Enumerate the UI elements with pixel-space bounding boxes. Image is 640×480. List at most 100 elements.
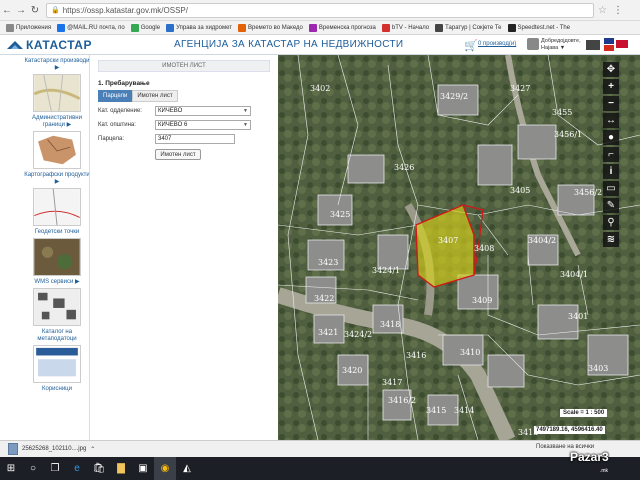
zoom-in-icon[interactable]: + <box>603 79 619 94</box>
property-sheet-button[interactable]: Имотен лист <box>155 149 201 160</box>
parcel-label: 3420 <box>342 366 362 375</box>
tab-property-sheet[interactable]: Имотен лист <box>132 90 178 102</box>
logo-mark-icon <box>7 40 23 49</box>
flag-icon[interactable] <box>604 45 614 51</box>
bookmark-icon <box>507 23 516 32</box>
department-select[interactable]: КИЧЕВО ▼ <box>155 106 251 116</box>
cart-link[interactable]: 0 производ(и) <box>478 41 516 47</box>
zoom-out-icon[interactable]: − <box>603 96 619 111</box>
ruler-icon[interactable]: ▭ <box>603 181 619 196</box>
task-view-icon[interactable]: ❐ <box>44 457 66 480</box>
parcel-label: 3401 <box>568 312 588 321</box>
parcel-input[interactable]: 3407 <box>155 134 235 144</box>
chevron-up-icon[interactable]: ⌃ <box>90 446 95 453</box>
back-icon[interactable]: ← <box>0 5 14 16</box>
parcel-label: 3423 <box>318 258 338 267</box>
department-label: Кат. одделение: <box>98 108 142 114</box>
reload-icon[interactable]: ↻ <box>28 5 42 16</box>
parcel-label: 3415 <box>426 406 446 415</box>
parcel-label: 3405 <box>510 186 530 195</box>
parcel-label: Парцела: <box>98 136 124 142</box>
bookmark-item[interactable]: bTV - Начало <box>381 23 429 32</box>
municipality-label: Кат. општина: <box>98 122 136 128</box>
bookmark-item[interactable]: Speedtest.net - The <box>507 23 570 32</box>
search-icon[interactable]: ○ <box>22 457 44 480</box>
parcel-label: 3424/1 <box>372 266 400 275</box>
municipality-select[interactable]: КИЧЕВО 6 ▼ <box>155 120 251 130</box>
windows-start-icon[interactable]: ⊞ <box>0 457 22 480</box>
parcel-label: 3427 <box>510 84 530 93</box>
bookmark-item[interactable]: Управа за хидромет <box>166 23 232 32</box>
bookmark-icon <box>237 23 246 32</box>
bookmark-item[interactable]: @MAIL.RU почта, по <box>57 23 125 32</box>
bookmark-item[interactable]: Google <box>130 23 160 32</box>
municipality-row: Кат. општина: КИЧЕВО 6 ▼ <box>98 120 270 130</box>
chevron-down-icon: ▼ <box>243 108 248 114</box>
bookmark-icon <box>435 23 444 32</box>
parcel-row: Парцела: 3407 <box>98 134 270 144</box>
parcel-label: 3403 <box>588 364 608 373</box>
property-sheet-panel: ИМОТЕН ЛИСТ 1. Пребарување Парцели Имоте… <box>98 60 270 440</box>
cart-icon[interactable]: 🛒 <box>464 39 478 52</box>
parcel-label: 3402 <box>310 84 330 93</box>
chrome-icon[interactable]: ◉ <box>154 457 176 480</box>
url-text: https://ossp.katastar.gov.mk/OSSP/ <box>62 5 188 15</box>
bookmark-star-icon[interactable]: ☆ <box>598 5 607 16</box>
download-item[interactable]: 25625268_102110....jpg ⌃ <box>8 443 95 455</box>
flag-icon[interactable] <box>616 40 628 48</box>
parcel-label: 3421 <box>318 328 338 337</box>
watermark-logo: Pazar3 <box>570 450 609 464</box>
full-extent-icon[interactable]: ↔ <box>603 113 619 128</box>
parcel-label: 3424/2 <box>344 330 372 339</box>
parcel-label: 3414 <box>454 406 474 415</box>
photos-icon[interactable]: ◭ <box>176 457 198 480</box>
draw-icon[interactable]: ✎ <box>603 198 619 213</box>
media-icon[interactable]: ▣ <box>132 457 154 480</box>
comment-icon[interactable]: ● <box>603 130 619 145</box>
map-thumbnail <box>33 345 81 383</box>
sidebar-item-users[interactable]: Корисници <box>24 386 89 393</box>
map-thumbnail <box>33 131 81 169</box>
menu-icon[interactable]: ⋮ <box>613 5 623 16</box>
flag-icon[interactable] <box>604 38 614 44</box>
sidebar-item-wms-services[interactable]: WMS сервиси ▶ <box>24 279 89 326</box>
bookmarks-bar: Приложения @MAIL.RU почта, по Google Упр… <box>0 21 640 35</box>
address-bar[interactable]: 🔒 https://ossp.katastar.gov.mk/OSSP/ <box>46 2 594 18</box>
bookmark-item[interactable]: Времето во Македо <box>237 23 303 32</box>
watermark-domain: .mk <box>600 468 609 474</box>
map-toolbar: ✥ + − ↔ ● ⌐ i ▭ ✎ ⚲ ≋ <box>603 62 620 249</box>
forward-icon[interactable]: → <box>14 5 28 16</box>
layers-icon[interactable]: ≋ <box>603 232 619 247</box>
location-pin-icon[interactable]: ⚲ <box>603 215 619 230</box>
sidebar-item-geodetic-points[interactable]: Геодетски точки <box>24 229 89 276</box>
site-logo[interactable]: КАТАСТАР <box>6 38 92 52</box>
sidebar-item-cartographic-products[interactable]: Картографски продукти ▶ <box>24 172 89 226</box>
parcel-label: 3404/2 <box>528 236 556 245</box>
sidebar-item-metadata-catalog[interactable]: Каталог на метаподатоци <box>24 329 89 383</box>
mail-icon[interactable] <box>586 40 600 50</box>
info-icon[interactable]: i <box>603 164 619 179</box>
parcel-label: 3425 <box>330 210 350 219</box>
bookmark-item[interactable]: Таратур | Сокјете Те <box>435 23 502 32</box>
parcel-label: 3408 <box>474 244 494 253</box>
bookmark-icon <box>130 23 139 32</box>
search-tabs: Парцели Имотен лист <box>98 90 270 102</box>
parcel-label: 3416 <box>406 351 426 360</box>
bookmark-item[interactable]: Временска прогноза <box>308 23 376 32</box>
measure-icon[interactable]: ⌐ <box>603 147 619 162</box>
map-thumbnail <box>33 74 81 112</box>
lock-icon: 🔒 <box>51 7 60 14</box>
bookmark-item[interactable]: Приложения <box>6 23 51 32</box>
map-view[interactable]: 3402 3429/2 3427 3455 3456/1 3456/2 3426… <box>278 55 640 440</box>
file-explorer-icon[interactable]: ▇ <box>110 457 132 480</box>
aerial-map[interactable]: 3402 3429/2 3427 3455 3456/1 3456/2 3426… <box>278 55 640 440</box>
taskbar: ⊞ ○ ❐ e 🛍 ▇ ▣ ◉ ◭ <box>0 457 640 480</box>
store-icon[interactable]: 🛍 <box>88 457 110 480</box>
pan-icon[interactable]: ✥ <box>603 62 619 77</box>
welcome-text[interactable]: Добредојдовте, Најава ▼ <box>541 38 581 52</box>
tab-parcels[interactable]: Парцели <box>98 90 133 102</box>
edge-browser-icon[interactable]: e <box>66 457 88 480</box>
sidebar-item-admin-borders[interactable]: Административни граници ▶ <box>24 115 89 169</box>
user-avatar-icon <box>527 38 539 50</box>
sidebar-item-cadastral-products[interactable]: Катастарски производи ▶ <box>24 58 89 112</box>
